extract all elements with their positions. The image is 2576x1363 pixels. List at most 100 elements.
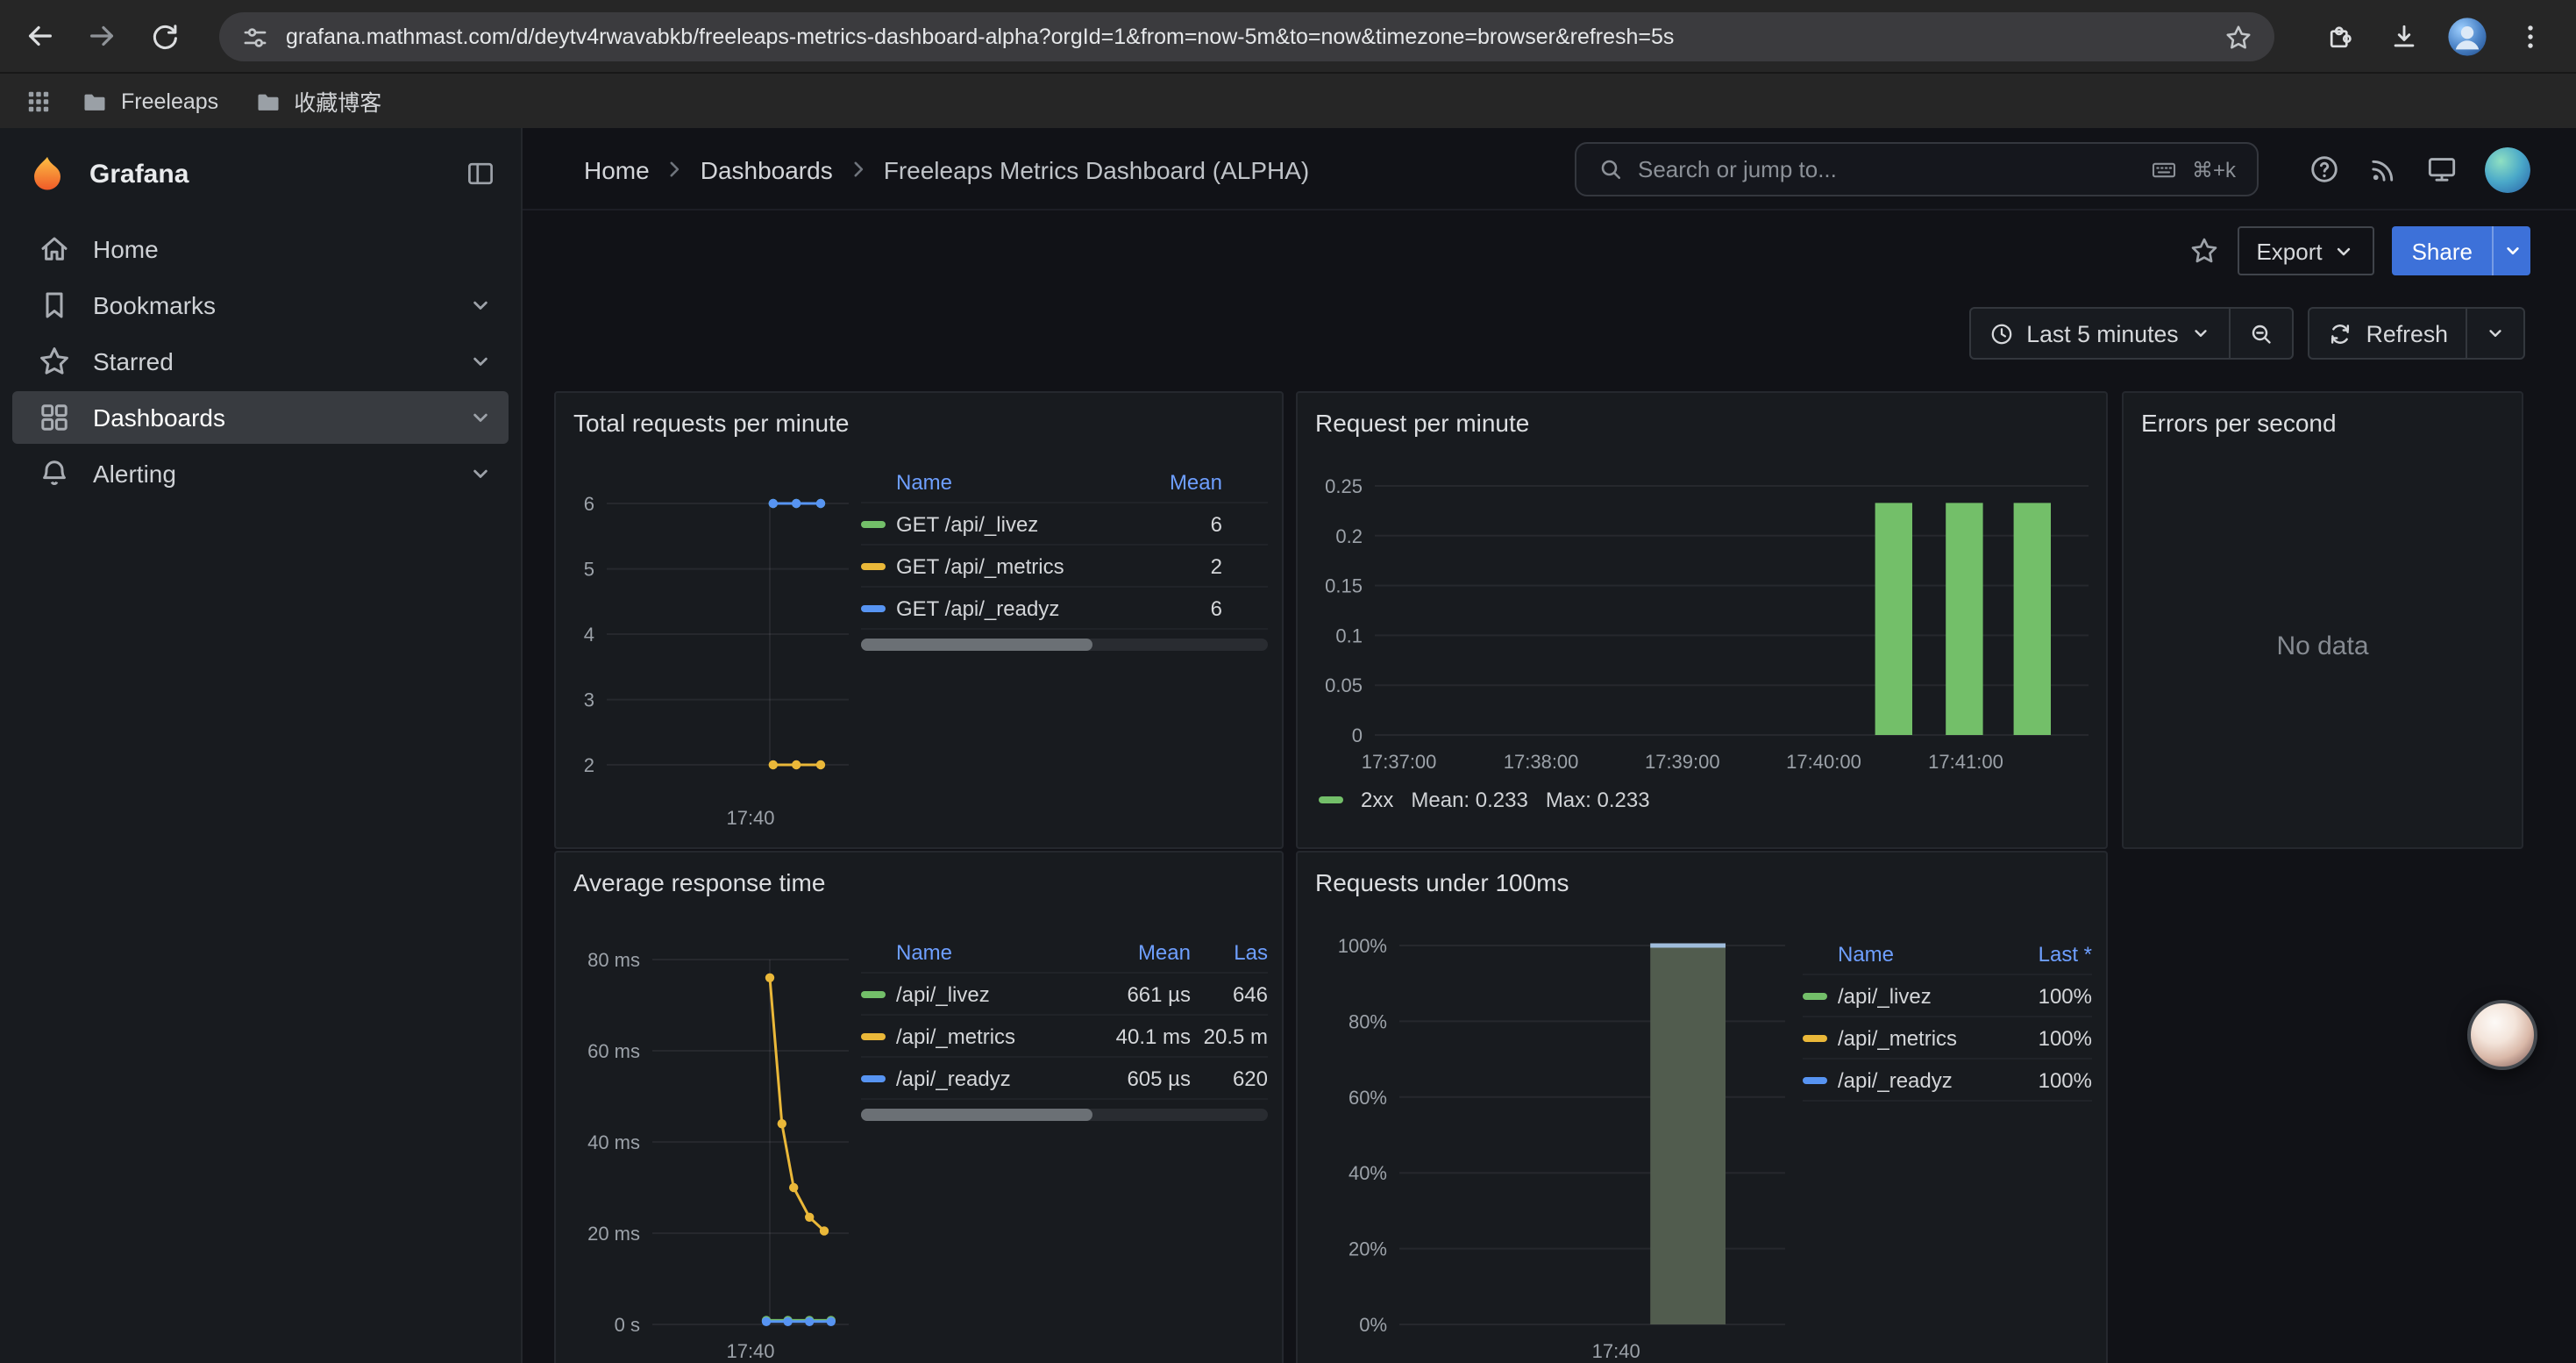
share-label[interactable]: Share xyxy=(2393,226,2492,275)
panel-title[interactable]: Requests under 100ms xyxy=(1315,868,1569,896)
legend-series-name[interactable]: GET /api/_metrics xyxy=(896,553,1131,578)
svg-text:17:38:00: 17:38:00 xyxy=(1504,751,1579,773)
svg-text:0: 0 xyxy=(1352,724,1363,746)
floating-avatar-widget[interactable] xyxy=(2467,1000,2537,1070)
sidebar-item-dashboards[interactable]: Dashboards xyxy=(12,391,509,444)
refresh-icon xyxy=(2328,320,2354,346)
user-avatar[interactable] xyxy=(2485,146,2530,192)
url-input[interactable] xyxy=(286,25,2208,49)
legend-col-last[interactable]: Last * xyxy=(1990,941,2092,966)
chevron-down-icon[interactable] xyxy=(466,403,495,432)
sidebar-item-label: Alerting xyxy=(93,460,176,488)
zoom-out-icon xyxy=(2249,320,2275,346)
grafana-logo[interactable] xyxy=(28,154,67,193)
favorite-star-button[interactable] xyxy=(2188,235,2219,267)
sidebar: Grafana Home Bookmarks xyxy=(0,128,523,1363)
sidebar-collapse-button[interactable] xyxy=(465,158,496,189)
search-box[interactable]: ⌘+k xyxy=(1575,142,2259,196)
series-color-dash xyxy=(861,520,886,527)
panel-title[interactable]: Average response time xyxy=(573,868,825,896)
svg-text:0.2: 0.2 xyxy=(1335,525,1363,547)
legend-series-mean: 40.1 ms xyxy=(1092,1024,1191,1048)
scrollbar-thumb[interactable] xyxy=(861,1109,1092,1121)
scrollbar-thumb[interactable] xyxy=(861,639,1092,651)
help-icon[interactable] xyxy=(2308,153,2341,186)
breadcrumb-bar: Home Dashboards Freeleaps Metrics Dashbo… xyxy=(523,128,2576,211)
forward-button[interactable] xyxy=(77,11,126,61)
sidebar-item-starred[interactable]: Starred xyxy=(12,335,509,388)
share-button[interactable]: Share xyxy=(2393,226,2530,275)
refresh-group: Refresh xyxy=(2309,307,2525,360)
search-input[interactable] xyxy=(1638,156,2136,182)
profile-avatar[interactable] xyxy=(2443,11,2492,61)
apps-grid-icon[interactable] xyxy=(18,82,60,120)
panel-title[interactable]: Request per minute xyxy=(1315,409,1529,437)
browser-menu-icon[interactable] xyxy=(2506,11,2555,61)
time-range-button[interactable]: Last 5 minutes xyxy=(1970,309,2229,358)
sidebar-item-bookmarks[interactable]: Bookmarks xyxy=(12,279,509,332)
breadcrumb-home[interactable]: Home xyxy=(584,155,650,183)
legend-series-mean: 605 µs xyxy=(1092,1066,1191,1090)
site-settings-icon[interactable] xyxy=(240,22,270,52)
legend-series-name[interactable]: /api/_readyz xyxy=(896,1066,1092,1090)
legend-series-last: 100% xyxy=(1990,1025,2092,1050)
series-color-dash xyxy=(1803,1076,1827,1083)
chevron-down-icon[interactable] xyxy=(466,347,495,375)
extensions-icon[interactable] xyxy=(2316,11,2366,61)
sidebar-item-label: Dashboards xyxy=(93,403,225,432)
bell-icon xyxy=(37,456,72,491)
legend-series-last: 100% xyxy=(1990,1067,2092,1092)
refresh-interval-caret[interactable] xyxy=(2467,309,2523,358)
legend-col-mean[interactable]: Mean xyxy=(1131,469,1222,494)
legend-col-name[interactable]: Name xyxy=(896,939,1092,964)
panel-legend: Name Mean Las /api/_livez 661 µs 646 /ap… xyxy=(861,931,1268,1121)
breadcrumb-dashboards[interactable]: Dashboards xyxy=(701,155,833,183)
sidebar-item-home[interactable]: Home xyxy=(12,223,509,275)
address-bar[interactable] xyxy=(219,12,2274,61)
browser-toolbar xyxy=(0,0,2576,72)
bookmark-folder-freeleaps[interactable]: Freeleaps xyxy=(67,82,232,120)
legend-series-name[interactable]: /api/_metrics xyxy=(896,1024,1092,1048)
legend-series-name[interactable]: GET /api/_readyz xyxy=(896,596,1131,620)
search-icon xyxy=(1598,156,1624,182)
back-button[interactable] xyxy=(14,11,63,61)
export-button[interactable]: Export xyxy=(2237,226,2374,275)
panel-title[interactable]: Errors per second xyxy=(2141,409,2337,437)
legend-col-name[interactable]: Name xyxy=(896,469,1131,494)
sidebar-item-alerting[interactable]: Alerting xyxy=(12,447,509,500)
svg-text:4: 4 xyxy=(584,624,594,646)
legend-series-mean: Mean: 0.233 xyxy=(1411,788,1527,812)
zoom-out-button[interactable] xyxy=(2231,309,2293,358)
chevron-down-icon[interactable] xyxy=(466,460,495,488)
legend-scrollbar[interactable] xyxy=(861,1109,1268,1121)
legend-row: /api/_livez 661 µs 646 xyxy=(861,974,1268,1016)
bookmark-folder-blog[interactable]: 收藏博客 xyxy=(239,79,395,123)
legend-series-name[interactable]: /api/_livez xyxy=(896,981,1092,1006)
reload-button[interactable] xyxy=(140,11,189,61)
rss-icon[interactable] xyxy=(2367,153,2399,185)
legend-col-mean[interactable]: Mean xyxy=(1092,939,1191,964)
legend-series-name[interactable]: 2xx xyxy=(1361,788,1393,812)
chevron-down-icon[interactable] xyxy=(466,291,495,319)
panel-title[interactable]: Total requests per minute xyxy=(573,409,849,437)
svg-text:0.15: 0.15 xyxy=(1325,575,1363,597)
legend-header-row: Name Mean xyxy=(861,461,1268,503)
legend-series-name[interactable]: /api/_metrics xyxy=(1838,1025,1990,1050)
bookmark-star-icon[interactable] xyxy=(2224,22,2253,52)
legend-col-name[interactable]: Name xyxy=(1838,941,1990,966)
folder-icon xyxy=(81,87,109,115)
legend-series-name[interactable]: /api/_livez xyxy=(1838,983,1990,1008)
kiosk-monitor-icon[interactable] xyxy=(2425,153,2459,186)
legend-series-last: 20.5 m xyxy=(1191,1024,1268,1048)
sidebar-item-label: Home xyxy=(93,235,159,263)
downloads-icon[interactable] xyxy=(2380,11,2429,61)
share-caret-button[interactable] xyxy=(2492,226,2530,275)
legend-series-name[interactable]: /api/_readyz xyxy=(1838,1067,1990,1092)
legend-series-name[interactable]: GET /api/_livez xyxy=(896,511,1131,536)
svg-text:0 s: 0 s xyxy=(615,1314,640,1336)
legend-scrollbar[interactable] xyxy=(861,639,1268,651)
svg-text:80 ms: 80 ms xyxy=(587,949,640,971)
refresh-button[interactable]: Refresh xyxy=(2310,309,2466,358)
legend-col-last[interactable]: Las xyxy=(1191,939,1268,964)
chevron-down-icon xyxy=(2485,323,2506,344)
